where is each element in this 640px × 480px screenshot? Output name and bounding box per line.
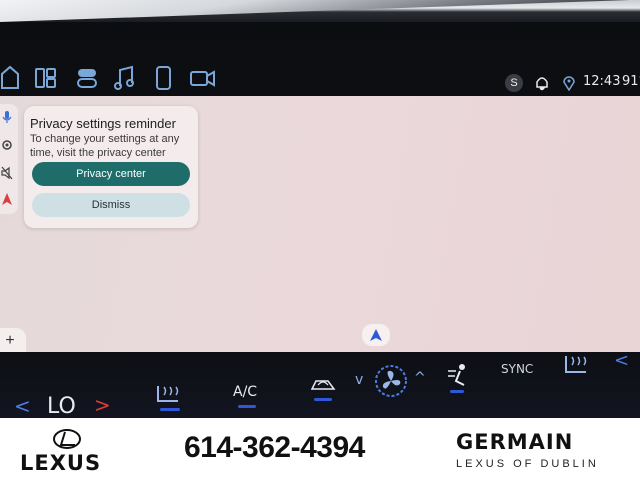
app-launcher	[1, 65, 215, 90]
temp-decrease-button[interactable]: <	[14, 394, 31, 418]
notification-bell-icon[interactable]	[535, 75, 549, 91]
sync-button[interactable]: SYNC	[501, 362, 533, 376]
location-pin-icon	[563, 76, 575, 91]
ac-button[interactable]: A/C	[233, 384, 257, 400]
mute-icon[interactable]	[1, 166, 13, 180]
seat-heat-icon[interactable]	[150, 383, 186, 407]
user-profile-badge[interactable]: S	[505, 74, 523, 92]
lexus-brand: LEXUS	[20, 451, 102, 475]
passenger-temp-decrease-button[interactable]: <	[614, 350, 629, 371]
vent-mode-indicator	[450, 390, 464, 393]
dealer-phone: 614-362-4394	[184, 431, 365, 464]
rear-seat-heat-icon[interactable]	[560, 354, 590, 378]
dialog-message: To change your settings at any time, vis…	[30, 133, 180, 159]
outside-temperature: 91°	[622, 74, 640, 89]
driver-temperature: LO	[47, 394, 76, 419]
bezel-reflection	[0, 0, 640, 22]
air-recirculation-icon[interactable]	[308, 375, 338, 395]
ac-indicator	[238, 405, 256, 408]
microphone-icon[interactable]	[1, 110, 13, 124]
map-side-rail	[0, 104, 18, 214]
dialog-title: Privacy settings reminder	[30, 116, 176, 131]
dealer-location: LEXUS OF DUBLIN	[456, 458, 599, 470]
dealer-name: GERMAIN	[456, 430, 574, 454]
clock: 12:43	[583, 74, 621, 89]
home-icon[interactable]	[1, 65, 19, 89]
current-location-marker[interactable]	[362, 324, 390, 346]
fan-up-button[interactable]: ^	[414, 370, 426, 386]
privacy-reminder-dialog: Privacy settings reminder To change your…	[24, 106, 198, 228]
music-icon[interactable]	[114, 65, 134, 90]
fan-down-button[interactable]: v	[355, 372, 363, 388]
zoom-in-button[interactable]: +	[0, 328, 20, 354]
navigation-icon[interactable]	[1, 192, 13, 206]
recirculation-indicator	[314, 398, 332, 401]
toggle-icon[interactable]	[77, 69, 97, 88]
dismiss-button[interactable]: Dismiss	[32, 193, 190, 217]
seat-heat-indicator	[160, 408, 180, 411]
settings-icon[interactable]	[1, 138, 13, 152]
fan-icon[interactable]	[374, 364, 408, 398]
vent-mode-icon[interactable]	[446, 363, 470, 389]
heading-arrow-icon	[370, 329, 382, 341]
temp-increase-button[interactable]: >	[94, 393, 111, 417]
widgets-icon[interactable]	[35, 68, 56, 88]
phone-icon[interactable]	[156, 66, 171, 90]
camera-icon[interactable]	[190, 70, 215, 87]
lexus-logo-icon	[53, 429, 81, 449]
privacy-center-button[interactable]: Privacy center	[32, 162, 190, 186]
